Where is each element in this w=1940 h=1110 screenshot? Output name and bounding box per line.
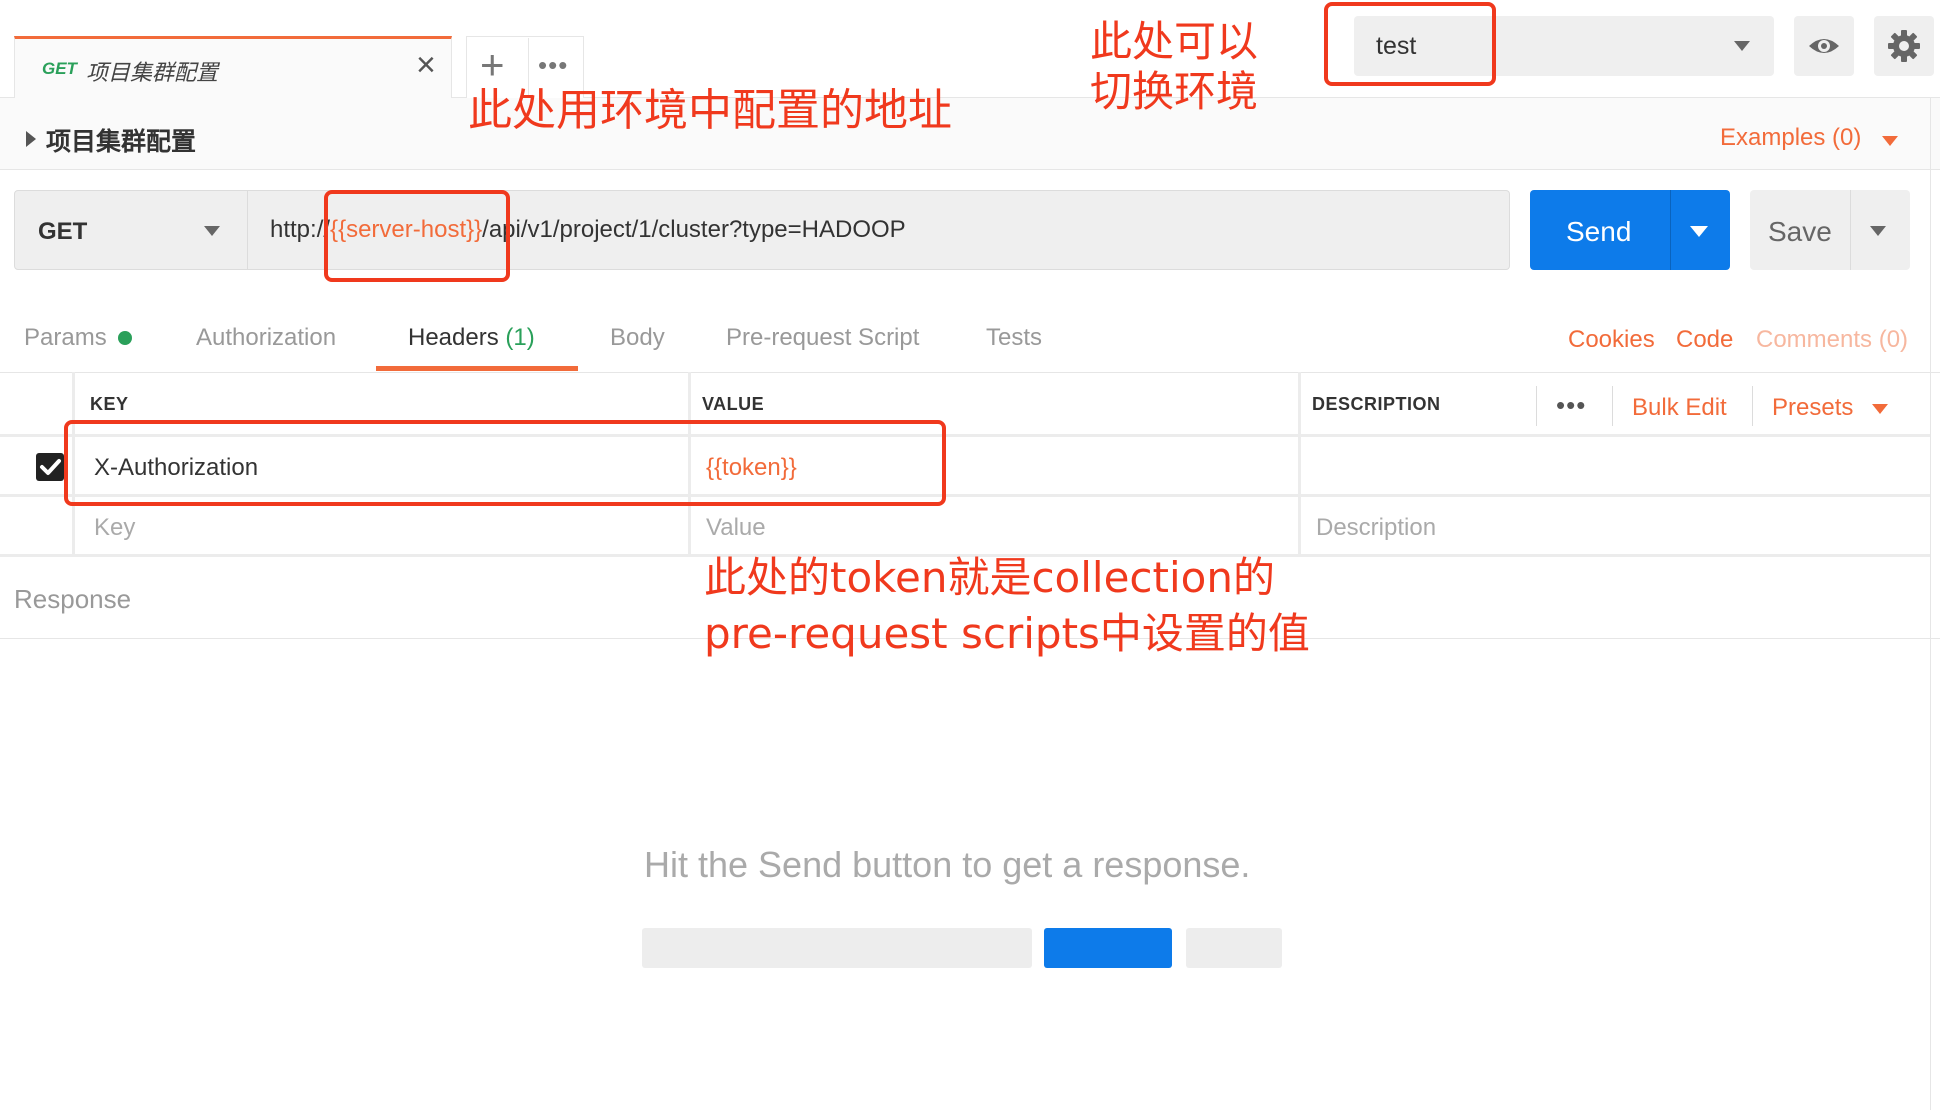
presets-dropdown[interactable]: Presets [1772,394,1853,422]
tab-headers[interactable]: Headers (1) [408,324,535,352]
divider [1670,190,1671,270]
tab-body[interactable]: Body [610,324,665,352]
cookies-link[interactable]: Cookies [1568,326,1655,354]
new-value-input[interactable]: Value [706,514,766,542]
gear-icon [1888,30,1920,62]
column-header-value: VALUE [702,394,765,414]
send-label: Send [1566,216,1632,247]
table-top-border [0,372,1940,373]
annotation-env-note-line2: 切换环境 [1090,67,1259,116]
tab-params[interactable]: Params [24,324,107,352]
placeholder-graphic [1044,928,1172,968]
new-key-input[interactable]: Key [94,514,135,542]
environment-quick-look-button[interactable] [1794,16,1854,76]
close-icon[interactable]: × [416,48,436,82]
comments-link[interactable]: Comments (0) [1756,326,1908,354]
save-label: Save [1768,216,1832,247]
column-divider [1298,372,1301,554]
request-name: 项目集群配置 [46,127,197,156]
params-indicator-dot [118,331,132,345]
chevron-down-icon [1872,404,1888,414]
eye-icon [1809,39,1839,53]
tab-headers-count: (1) [505,324,535,351]
placeholder-graphic [642,928,1032,968]
row-enabled-checkbox[interactable] [36,453,64,481]
column-header-description: DESCRIPTION [1312,394,1441,414]
method-value: GET [38,218,88,245]
annotation-box-header-row [64,420,946,506]
more-options-icon[interactable]: ••• [1556,390,1586,421]
response-hint: Hit the Send button to get a response. [644,844,1251,885]
chevron-down-icon [204,226,220,236]
response-title: Response [14,584,132,614]
tab-tests[interactable]: Tests [986,324,1042,352]
column-header-key: KEY [90,394,129,414]
tab-headers-label: Headers [408,324,499,351]
url-prefix: http:// [270,216,331,243]
save-options-chevron-icon[interactable] [1870,226,1886,236]
annotation-box-environment [1324,2,1496,86]
placeholder-graphic [1186,928,1282,968]
tab-title: 项目集群配置 [86,61,219,86]
divider [1850,190,1851,270]
settings-button[interactable] [1874,16,1934,76]
tab-authorization[interactable]: Authorization [196,324,336,352]
send-options-chevron-icon[interactable] [1690,226,1708,237]
divider [1612,386,1613,426]
window-edge [1930,98,1931,1110]
divider [1752,386,1753,426]
examples-dropdown[interactable]: Examples (0) [1720,124,1861,152]
divider [1536,386,1537,426]
tab-pre-request-script[interactable]: Pre-request Script [726,324,919,352]
url-suffix: /api/v1/project/1/cluster?type=HADOOP [482,216,906,243]
annotation-url-note: 此处用环境中配置的地址 [468,85,952,136]
request-tab[interactable] [14,36,452,98]
breadcrumb [0,98,1940,170]
caret-right-icon[interactable] [26,131,36,147]
tab-method-label: GET [42,59,77,78]
chevron-down-icon [1882,136,1898,146]
new-description-input[interactable]: Description [1316,514,1436,542]
check-icon [40,459,61,475]
annotation-token-note-line2: pre-request scripts中设置的值 [704,609,1310,658]
code-link[interactable]: Code [1676,326,1733,354]
bulk-edit-button[interactable]: Bulk Edit [1632,394,1727,422]
annotation-box-url-variable [324,190,510,282]
chevron-down-icon [1734,41,1750,51]
annotation-token-note-line1: 此处的token就是collection的 [704,553,1275,602]
active-tab-indicator [376,366,578,371]
